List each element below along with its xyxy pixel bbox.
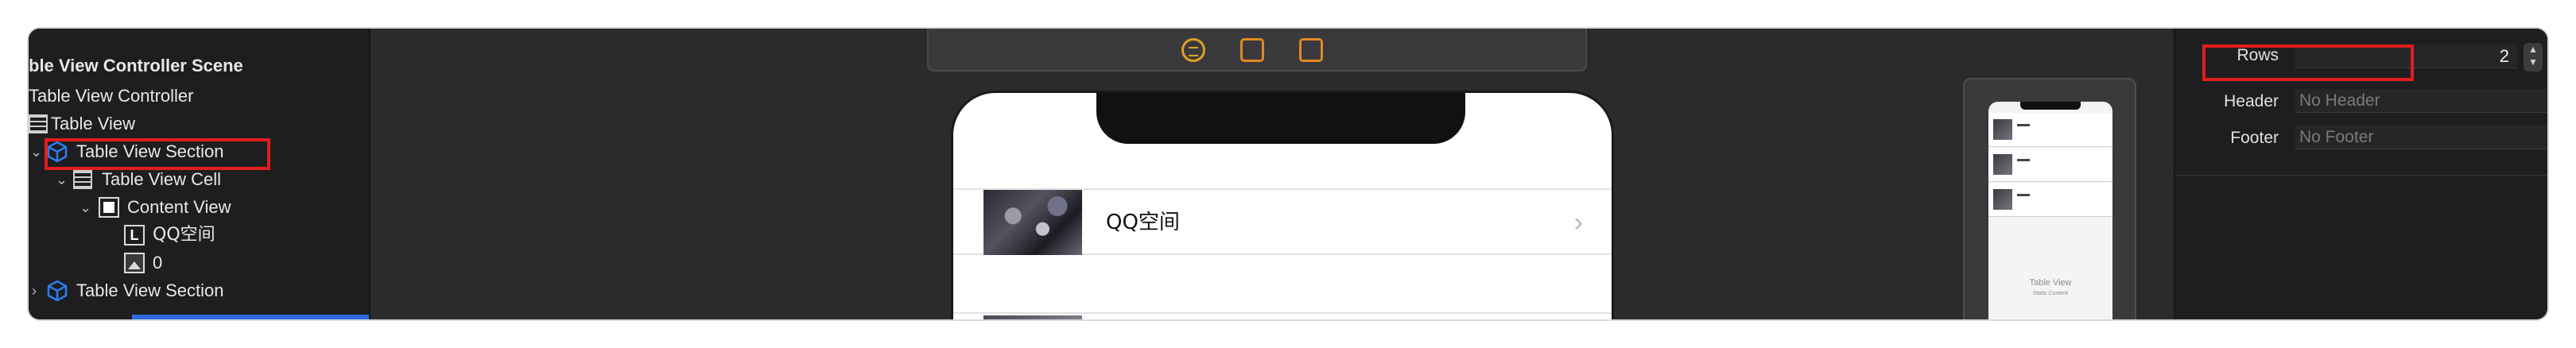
cell-thumbnail bbox=[983, 190, 1082, 255]
table-cell-icon bbox=[73, 170, 92, 189]
exit-icon[interactable] bbox=[1299, 38, 1323, 62]
outline-item-label-qq[interactable]: L QQ空间 bbox=[29, 222, 331, 249]
storyboard-canvas[interactable]: QQ空间 › Table View Static Content bbox=[370, 29, 2172, 319]
cube-icon bbox=[47, 280, 68, 302]
minimap[interactable]: Table View Static Content bbox=[1963, 78, 2136, 319]
scene-dock bbox=[927, 29, 1587, 72]
header-field[interactable]: No Header bbox=[2295, 89, 2547, 113]
minimap-notch bbox=[2020, 102, 2081, 110]
chevron-down-icon[interactable]: ⌄ bbox=[30, 138, 42, 165]
outline-item-label: Table View Controller bbox=[29, 86, 194, 106]
rows-stepper[interactable]: ▲ ▼ bbox=[2524, 43, 2543, 72]
outline-item-table-view-cell[interactable]: ⌄ Table View Cell bbox=[29, 166, 315, 193]
highlight-box bbox=[2202, 44, 2414, 81]
outline-item-label: 0 bbox=[153, 253, 163, 273]
table-row[interactable] bbox=[953, 312, 1612, 319]
image-view-icon bbox=[124, 253, 145, 273]
xcode-window: ble View Controller Scene Table View Con… bbox=[29, 29, 2547, 319]
header-label: Header bbox=[2224, 92, 2279, 110]
scene-title[interactable]: ble View Controller Scene bbox=[29, 52, 243, 79]
notch bbox=[1096, 93, 1465, 144]
outline-item-label: Table View bbox=[51, 114, 135, 133]
attributes-inspector: Rows 2 ▲ ▼ Header No Header Footer No Foo… bbox=[2174, 29, 2547, 319]
outline-item-table-view[interactable]: Table View bbox=[29, 110, 267, 137]
outline-item-label: QQ空间 bbox=[153, 225, 215, 245]
highlight-box bbox=[45, 138, 270, 170]
document-outline: ble View Controller Scene Table View Con… bbox=[29, 29, 370, 319]
minimap-table-sublabel: Static Content bbox=[2033, 291, 2068, 296]
first-responder-icon[interactable] bbox=[1240, 38, 1264, 62]
view-icon bbox=[99, 197, 119, 218]
outline-item-table-view-section-2[interactable]: › Table View Section bbox=[29, 277, 291, 304]
outline-item-label: Table View Cell bbox=[102, 169, 222, 189]
minimap-row bbox=[1988, 183, 2112, 217]
cell-thumbnail bbox=[983, 315, 1082, 319]
chevron-right-icon: › bbox=[1573, 207, 1583, 238]
view-controller-icon[interactable] bbox=[1181, 38, 1205, 62]
iphone-frame: QQ空间 › bbox=[951, 91, 1614, 319]
footer-field[interactable]: No Footer bbox=[2295, 126, 2547, 149]
minimap-row bbox=[1988, 148, 2112, 182]
footer-label: Footer bbox=[2230, 129, 2279, 147]
chevron-right-icon[interactable]: › bbox=[32, 277, 37, 304]
outline-item-label: Table View Section bbox=[76, 280, 224, 300]
minimap-phone: Table View Static Content bbox=[1988, 102, 2112, 319]
outline-item-content-view[interactable]: ⌄ Content View bbox=[29, 194, 331, 221]
outline-item-table-view-controller[interactable]: Table View Controller bbox=[29, 83, 193, 110]
minimap-row bbox=[1988, 113, 2112, 147]
table-row[interactable]: QQ空间 › bbox=[953, 188, 1612, 255]
label-icon: L bbox=[124, 225, 145, 246]
divider bbox=[2175, 175, 2547, 176]
navigator-scrollbar[interactable] bbox=[29, 315, 369, 319]
table-view-icon bbox=[29, 114, 48, 133]
chevron-down-icon[interactable]: ⌄ bbox=[56, 166, 68, 193]
minimap-table-label: Table View bbox=[2029, 278, 2072, 288]
rows-value[interactable]: 2 bbox=[2430, 46, 2509, 67]
chevron-down-icon[interactable]: ⌄ bbox=[80, 194, 91, 221]
outline-item-image-view[interactable]: 0 bbox=[29, 249, 331, 276]
cell-title: QQ空间 bbox=[1106, 211, 1180, 234]
outline-item-label: Content View bbox=[127, 197, 231, 217]
